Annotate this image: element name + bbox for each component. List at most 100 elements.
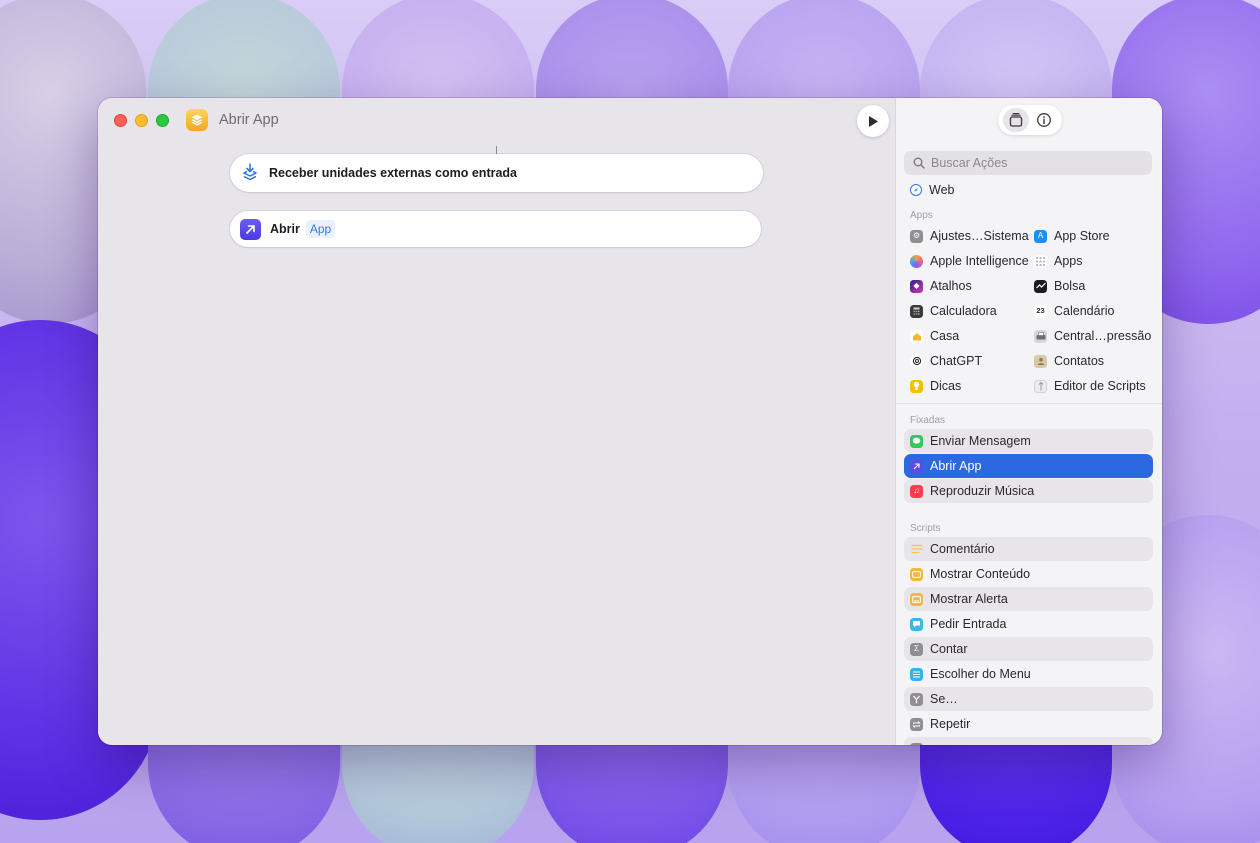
pinned-item-label: Enviar Mensagem	[930, 434, 1031, 448]
section-apps-label: Apps	[910, 210, 933, 221]
chatgpt-icon	[910, 354, 923, 368]
messages-icon	[910, 434, 923, 448]
app-item[interactable]: Editor de Scripts	[1034, 377, 1146, 395]
app-item[interactable]: Apps	[1034, 252, 1083, 270]
app-item-label: Ajustes…Sistema	[930, 229, 1029, 243]
app-item[interactable]: Casa	[910, 327, 959, 345]
script-item-count[interactable]: Σ Contar	[904, 637, 1153, 661]
script-item-repeat[interactable]: Repetir	[904, 712, 1153, 736]
app-item[interactable]: Central…pressão	[1034, 327, 1151, 345]
section-divider	[896, 403, 1162, 404]
apple-intelligence-icon	[910, 254, 923, 268]
window-title[interactable]: Abrir App	[219, 112, 279, 128]
app-item-label: Contatos	[1054, 354, 1105, 368]
gear-icon: ⚙	[910, 229, 923, 243]
script-item-label: Mostrar Conteúdo	[930, 567, 1031, 581]
pinned-item-open-app[interactable]: Abrir App	[904, 454, 1153, 478]
search-placeholder: Buscar Ações	[931, 156, 1008, 170]
category-web-label: Web	[929, 183, 955, 197]
search-icon	[913, 157, 925, 169]
app-item-label: Dicas	[930, 379, 962, 393]
app-item-label: App Store	[1054, 229, 1110, 243]
pinned-item-play-music[interactable]: ♫ Reproduzir Música	[904, 479, 1153, 503]
search-actions-field[interactable]: Buscar Ações	[904, 151, 1152, 175]
tips-icon	[910, 379, 923, 393]
app-item[interactable]: ⚙ Ajustes…Sistema	[910, 227, 1029, 245]
receive-input-action[interactable]: Receber unidades externas como entrada	[230, 154, 763, 192]
open-app-icon	[910, 459, 923, 473]
grid-icon	[1034, 254, 1047, 268]
open-action-verb: Abrir	[270, 222, 300, 236]
music-icon: ♫	[910, 484, 923, 498]
app-item[interactable]: Apple Intelligence	[910, 252, 1029, 270]
script-item-label: Escolher do Menu	[930, 667, 1031, 681]
script-item-partial[interactable]	[904, 737, 1153, 745]
repeat-each-icon	[910, 742, 923, 745]
library-icon	[1009, 113, 1023, 127]
receive-input-label: Receber unidades externas como entrada	[269, 166, 518, 180]
calculator-icon	[910, 304, 923, 318]
script-item-ask-input[interactable]: Pedir Entrada	[904, 612, 1153, 636]
comment-icon	[910, 543, 923, 556]
app-item[interactable]: ◆ Atalhos	[910, 277, 972, 295]
ask-input-icon	[910, 617, 923, 631]
alert-icon	[910, 592, 923, 606]
script-item-label: Comentário	[930, 542, 995, 556]
tab-details[interactable]	[1031, 108, 1057, 132]
app-item-label: Central…pressão	[1054, 329, 1152, 343]
close-button[interactable]	[114, 114, 127, 127]
section-scripts-label: Scripts	[910, 523, 941, 534]
run-button[interactable]	[857, 105, 889, 137]
app-parameter-token[interactable]: App	[305, 220, 336, 238]
menu-icon	[910, 667, 923, 681]
script-item-choose-menu[interactable]: Escolher do Menu	[904, 662, 1153, 686]
sidebar-view-switcher	[998, 105, 1062, 135]
script-item-show-alert[interactable]: Mostrar Alerta	[904, 587, 1153, 611]
shortcut-editor: Abrir App Receber unidades externas como…	[98, 98, 895, 745]
app-item[interactable]: Contatos	[1034, 352, 1104, 370]
app-item-label: Casa	[930, 329, 960, 343]
script-item-if[interactable]: Se…	[904, 687, 1153, 711]
section-pinned-label: Fixadas	[910, 415, 946, 426]
app-item-label: Atalhos	[930, 279, 972, 293]
app-item[interactable]: Bolsa	[1034, 277, 1085, 295]
if-icon	[910, 692, 923, 706]
show-content-icon	[910, 567, 923, 581]
app-item[interactable]: 23 Calendário	[1034, 302, 1114, 320]
script-item-label: Se…	[930, 692, 958, 706]
script-item-comment[interactable]: Comentário	[904, 537, 1153, 561]
pinned-item-send-message[interactable]: Enviar Mensagem	[904, 429, 1153, 453]
app-item-label: Bolsa	[1054, 279, 1086, 293]
count-icon: Σ	[910, 642, 923, 656]
tab-action-library[interactable]	[1003, 108, 1029, 132]
app-item-label: Calculadora	[930, 304, 997, 318]
script-item-label: Repetir	[930, 717, 971, 731]
app-item[interactable]: Calculadora	[910, 302, 997, 320]
open-app-action[interactable]: Abrir App	[230, 211, 761, 247]
app-item-label: Apple Intelligence	[930, 254, 1029, 268]
script-editor-icon	[1034, 379, 1047, 393]
shortcuts-icon: ◆	[910, 279, 923, 293]
open-app-icon	[240, 218, 261, 240]
app-item[interactable]: A App Store	[1034, 227, 1110, 245]
app-store-icon: A	[1034, 229, 1047, 243]
script-item-label: Pedir Entrada	[930, 617, 1007, 631]
app-item[interactable]: ChatGPT	[910, 352, 982, 370]
script-item-show-content[interactable]: Mostrar Conteúdo	[904, 562, 1153, 586]
info-icon	[1037, 113, 1051, 127]
printer-icon	[1034, 329, 1047, 343]
app-item[interactable]: Dicas	[910, 377, 961, 395]
receive-input-icon	[243, 163, 257, 181]
window-controls	[114, 114, 169, 127]
compass-icon	[910, 184, 922, 196]
stocks-icon	[1034, 279, 1047, 293]
shortcuts-window: Abrir App Receber unidades externas como…	[98, 98, 1162, 745]
actions-sidebar: Buscar Ações Web Apps ⚙ Ajustes…Sistema …	[895, 98, 1162, 745]
flow-connector	[496, 146, 497, 154]
zoom-button[interactable]	[156, 114, 169, 127]
minimize-button[interactable]	[135, 114, 148, 127]
category-web[interactable]: Web	[910, 181, 954, 199]
shortcut-icon[interactable]	[186, 109, 208, 131]
app-item-label: Apps	[1054, 254, 1083, 268]
pinned-item-label: Reproduzir Música	[930, 484, 1035, 498]
